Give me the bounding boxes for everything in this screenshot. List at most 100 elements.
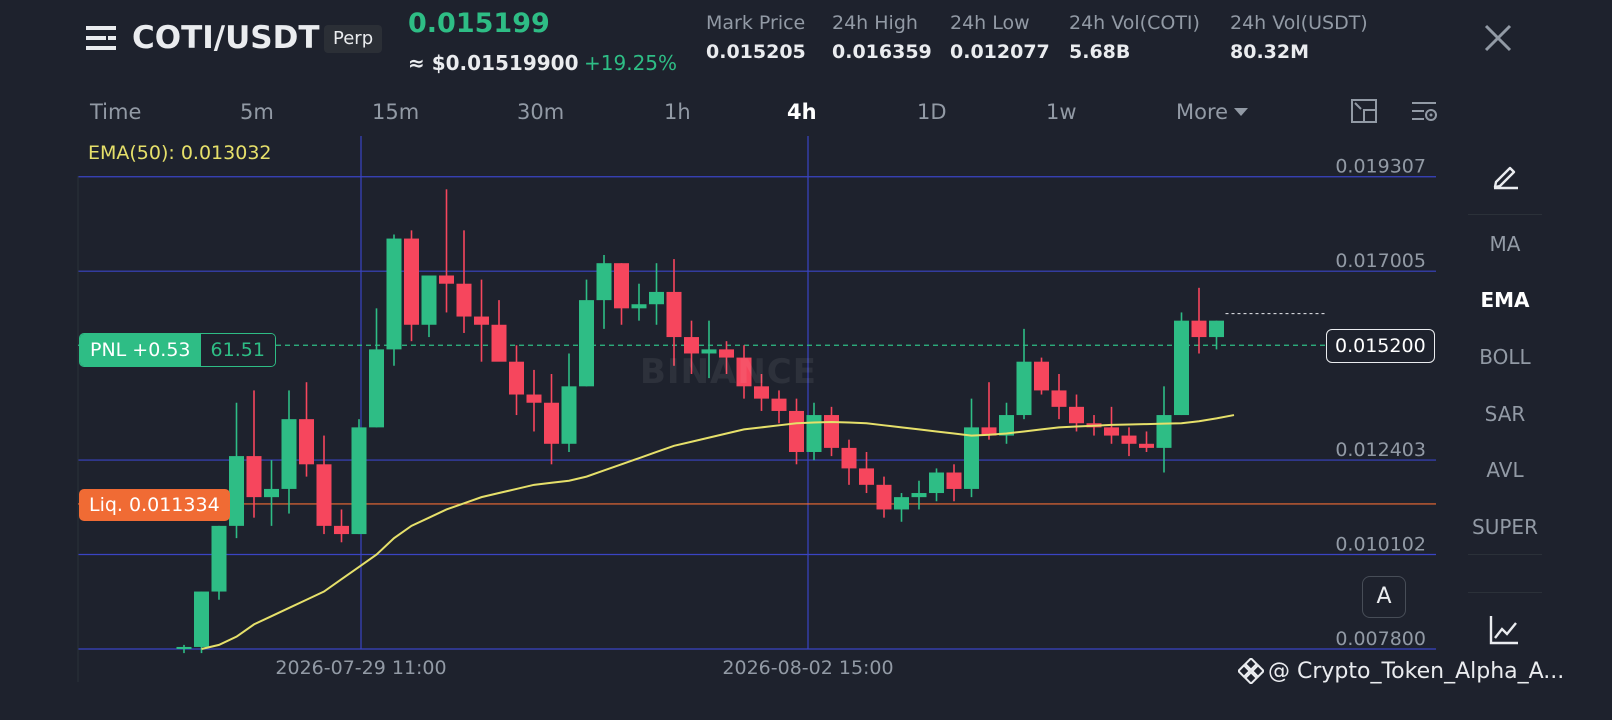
stat-label: 24h Vol(USDT) (1230, 12, 1368, 34)
candle-body (526, 394, 542, 403)
candle-body (246, 456, 262, 498)
caret-down-icon (1234, 108, 1249, 116)
candle-body (404, 238, 419, 325)
pnl-label: PNL +0.53 (80, 334, 201, 366)
exchange-watermark: BINANCE (640, 352, 817, 392)
liquidation-price-tag[interactable]: Liq. 0.011334 (79, 489, 230, 521)
auto-scale-button[interactable]: A (1362, 576, 1406, 618)
candle-body (386, 238, 402, 350)
candle-body (281, 419, 297, 489)
candle-body (806, 415, 822, 452)
indicator-super[interactable]: SUPER (1468, 515, 1542, 539)
stat-label: Mark Price (706, 12, 806, 34)
indicator-sar[interactable]: SAR (1468, 402, 1542, 426)
indicator-panel: MA EMA BOLL SAR AVL SUPER (1468, 140, 1542, 660)
indicator-ema[interactable]: EMA (1468, 288, 1542, 312)
price-change-percent: +19.25% (584, 51, 678, 75)
candle-body (1034, 361, 1049, 391)
y-axis-tick-label: 0.012403 (1335, 439, 1426, 461)
footer-handle: @ Crypto_Token_Alpha_A... (1268, 658, 1565, 684)
fullscreen-icon[interactable] (1350, 98, 1380, 126)
candle-body (474, 316, 489, 325)
candle-body (176, 646, 192, 649)
indicator-boll[interactable]: BOLL (1468, 345, 1542, 369)
stat-mark-price: Mark Price 0.015205 (706, 12, 806, 63)
timeframe-15m[interactable]: 15m (372, 100, 419, 124)
last-price: 0.015199 (408, 8, 550, 39)
timeframe-4h[interactable]: 4h (787, 100, 817, 124)
stat-value: 5.68B (1069, 41, 1131, 63)
candle-body (789, 410, 804, 452)
pnl-value: 61.51 (200, 334, 275, 366)
candle-body (421, 275, 437, 325)
market-header: COTI/USDT Perp 0.015199 ≈ $0.01519900 +1… (0, 0, 1568, 90)
candle-body (544, 402, 559, 444)
stat-label: 24h Vol(COTI) (1069, 12, 1200, 34)
timeframe-time[interactable]: Time (90, 100, 141, 124)
candle-body (369, 349, 384, 428)
ema-indicator-label: EMA(50): 0.013032 (88, 142, 272, 164)
candle-body (509, 361, 524, 395)
close-icon[interactable] (1480, 20, 1516, 56)
candle-body (631, 304, 647, 309)
position-pnl-tag[interactable]: PNL +0.53 61.51 (79, 333, 276, 367)
candle-body (649, 291, 664, 305)
timeframe-1d[interactable]: 1D (917, 100, 947, 124)
pair-symbol[interactable]: COTI/USDT (132, 20, 319, 56)
line-chart-icon[interactable] (1488, 614, 1520, 646)
candle-body (964, 427, 979, 489)
candle-body (194, 591, 209, 647)
y-axis-tick-label: 0.017005 (1335, 250, 1426, 272)
candle-body (579, 300, 594, 387)
candlestick-chart-svg[interactable]: 0.019307 0.017005 0.012403 0.010102 0.007800… (0, 136, 1450, 682)
timeframe-1w[interactable]: 1w (1046, 100, 1077, 124)
stat-24h-vol-coti: 24h Vol(COTI) 5.68B (1069, 12, 1200, 63)
timeframe-30m[interactable]: 30m (517, 100, 564, 124)
candle-body (1121, 435, 1137, 444)
draw-pencil-icon[interactable] (1490, 160, 1520, 190)
candle-body (299, 419, 314, 465)
candle-body (876, 484, 892, 510)
candle-body (859, 468, 874, 485)
candle-body (229, 456, 244, 526)
binance-logo-icon (1238, 658, 1264, 684)
candle-body (456, 283, 472, 317)
menu-icon[interactable] (84, 22, 118, 54)
candle-body (894, 497, 909, 510)
timeframe-bar: Time 5m 15m 30m 1h 4h 1D 1w More (0, 92, 1450, 134)
candle-body (824, 415, 839, 448)
price-chart[interactable]: 0.019307 0.017005 0.012403 0.010102 0.007800… (0, 136, 1450, 682)
candle-body (351, 427, 367, 535)
contract-type-badge: Perp (324, 25, 383, 53)
stat-value: 0.015205 (706, 41, 806, 63)
more-label: More (1176, 100, 1229, 124)
candle-body (1139, 443, 1154, 448)
footer-attribution: @ Crypto_Token_Alpha_A... (1238, 658, 1564, 684)
current-price-tag: 0.015200 (1326, 329, 1435, 363)
timeframe-more[interactable]: More (1176, 100, 1249, 124)
indicator-ma[interactable]: MA (1468, 232, 1542, 256)
stat-24h-low: 24h Low 0.012077 (950, 12, 1050, 63)
candle-body (596, 263, 612, 301)
y-axis-tick-label: 0.007800 (1335, 628, 1426, 650)
x-axis-tick-label: 2026-07-29 11:00 (275, 657, 446, 679)
indicator-avl[interactable]: AVL (1468, 458, 1542, 482)
candle-body (1191, 320, 1207, 338)
timeframe-5m[interactable]: 5m (240, 100, 274, 124)
candle-body (264, 488, 279, 498)
candle-body (666, 291, 682, 338)
stat-label: 24h Low (950, 12, 1030, 34)
chart-settings-icon[interactable] (1410, 98, 1440, 126)
candle-body (561, 386, 577, 444)
stat-24h-vol-usdt: 24h Vol(USDT) 80.32M (1230, 12, 1368, 63)
x-axis-tick-label: 2026-08-02 15:00 (722, 657, 893, 679)
candle-body (1104, 427, 1119, 436)
candle-body (911, 493, 927, 498)
timeframe-1h[interactable]: 1h (664, 100, 691, 124)
candle-body (1174, 320, 1189, 416)
stat-24h-high: 24h High 0.016359 (832, 12, 932, 63)
divider (1468, 554, 1542, 555)
usd-price: ≈ $0.01519900 (408, 51, 579, 75)
candle-body (771, 398, 787, 411)
stat-value: 0.012077 (950, 41, 1050, 63)
